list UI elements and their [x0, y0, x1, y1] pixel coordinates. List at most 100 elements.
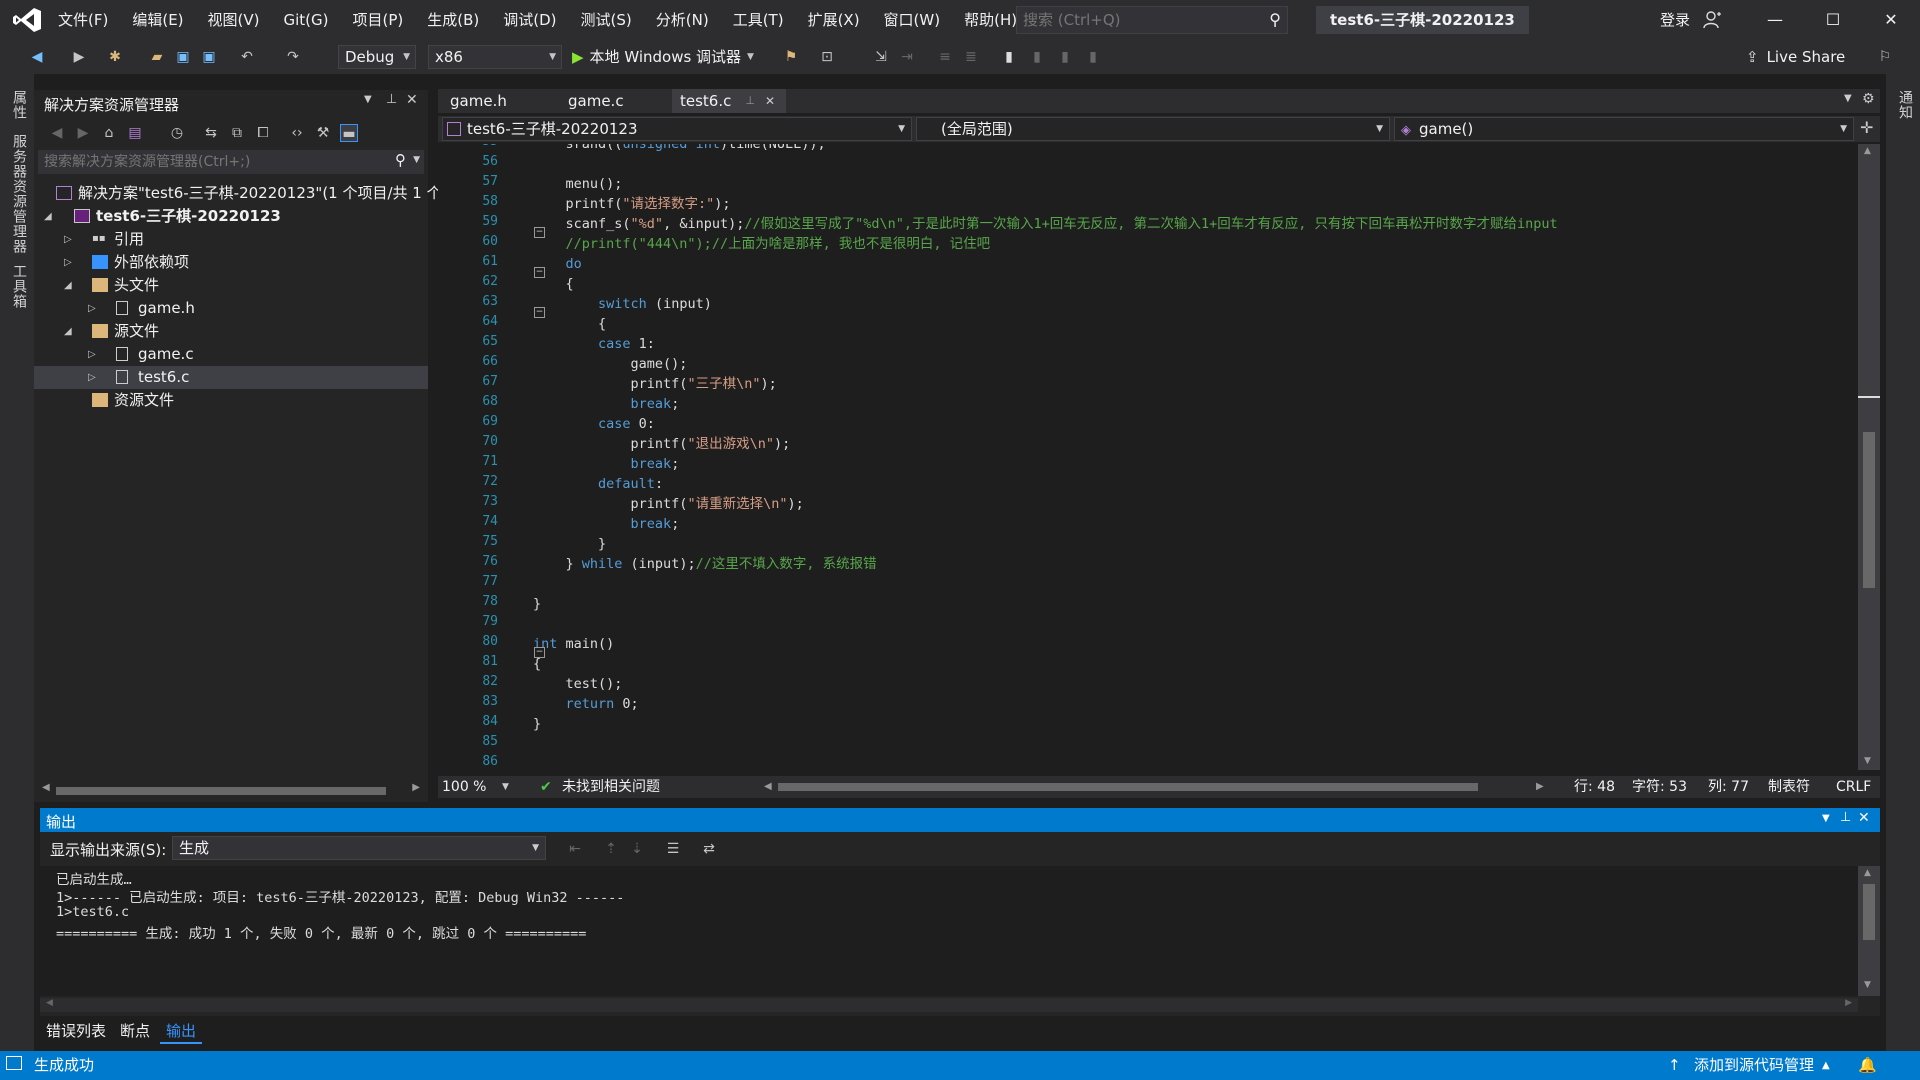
properties-tab[interactable]: 属性 — [9, 90, 29, 120]
open-file-icon[interactable]: ▰ — [148, 48, 166, 66]
save-all-icon[interactable]: ▣ — [200, 48, 218, 66]
notifications-tab[interactable]: 通知 — [1895, 90, 1915, 120]
browser-link-icon[interactable]: ⚑ — [782, 48, 800, 66]
code-line[interactable]: printf("请选择数字:"); — [533, 194, 731, 214]
code-line[interactable]: } while (input);//这里不填入数字, 系统报错 — [533, 554, 877, 574]
previous-bookmark-icon[interactable]: ▮ — [1028, 48, 1046, 66]
horizontal-scroll-thumb[interactable] — [778, 783, 1478, 791]
menu-test[interactable]: 测试(S) — [569, 0, 644, 40]
code-line[interactable]: return 0; — [533, 694, 639, 714]
close-window-button[interactable]: ✕ — [1863, 0, 1919, 40]
find-message-icon[interactable]: ⇤ — [566, 840, 584, 858]
code-line[interactable]: case 0: — [533, 414, 655, 434]
fold-toggle-icon[interactable]: − — [534, 307, 545, 318]
code-line[interactable]: scanf_s("%d", &input);//假如这里写成了"%d\n",于是… — [533, 214, 1558, 234]
menu-file[interactable]: 文件(F) — [46, 0, 120, 40]
tree-item-references[interactable]: ▷ ▪▪ 引用 — [34, 228, 428, 251]
collapsed-arrow-icon[interactable]: ▷ — [88, 366, 96, 389]
menu-git[interactable]: Git(G) — [272, 0, 341, 40]
chevron-up-icon[interactable]: ▲ — [1822, 1051, 1830, 1080]
expanded-arrow-icon[interactable]: ◢ — [64, 274, 72, 297]
project-dropdown[interactable]: test6-三子棋-20220123 ▼ — [442, 117, 912, 141]
next-bookmark-icon[interactable]: ▮ — [1056, 48, 1074, 66]
back-icon[interactable]: ◀ — [48, 124, 66, 142]
tree-item-resource-files[interactable]: 资源文件 — [34, 389, 428, 412]
code-line[interactable]: printf("退出游戏\n"); — [533, 434, 791, 454]
login-link[interactable]: 登录 — [1660, 0, 1690, 40]
indentation-mode[interactable]: 制表符 — [1768, 776, 1810, 798]
scroll-thumb[interactable] — [1863, 432, 1875, 588]
pin-icon[interactable]: ⊥ — [1840, 810, 1851, 825]
code-line[interactable]: } — [533, 714, 541, 734]
code-line[interactable]: printf("三子棋\n"); — [533, 374, 777, 394]
tree-item-source-files[interactable]: ◢ 源文件 — [34, 320, 428, 343]
comment-out-icon[interactable]: ≡ — [936, 48, 954, 66]
solution-configuration-select[interactable]: Debug ▼ — [338, 45, 416, 69]
toolbox-tab[interactable]: 工具箱 — [9, 264, 29, 309]
global-search-box[interactable]: ⚲ — [1016, 6, 1288, 34]
menu-project[interactable]: 项目(P) — [341, 0, 416, 40]
pin-icon[interactable]: ⊥ — [386, 92, 397, 107]
visual-studio-logo-icon[interactable] — [12, 7, 42, 33]
solution-platform-select[interactable]: x86 ▼ — [428, 45, 562, 69]
tree-item-game-h[interactable]: ▷ game.h — [34, 297, 428, 320]
search-icon[interactable]: ⚲ — [1269, 10, 1281, 29]
global-search-input[interactable] — [1017, 7, 1247, 33]
tree-item-solution[interactable]: 解决方案"test6-三子棋-20220123"(1 个项目/共 1 个) — [34, 182, 447, 205]
code-line[interactable]: } — [533, 534, 606, 554]
menu-extensions[interactable]: 扩展(X) — [796, 0, 872, 40]
view-code-icon[interactable]: ‹› — [288, 124, 306, 142]
close-icon[interactable]: ✕ — [1858, 810, 1870, 826]
tab-game-c[interactable]: game.c — [560, 89, 632, 113]
output-horizontal-scrollbar[interactable]: ◀ ▶ — [40, 998, 1858, 1012]
scroll-left-icon[interactable]: ◀ — [764, 776, 772, 798]
tab-test6-c[interactable]: test6.c ⊥ ✕ — [672, 89, 786, 113]
scroll-right-icon[interactable]: ▶ — [1536, 776, 1544, 798]
start-debugging-button[interactable]: ▶ 本地 Windows 调试器 ▼ — [572, 45, 754, 69]
code-line[interactable]: //printf("444\n");//上面为啥是那样, 我也不是很明白, 记住… — [533, 234, 991, 254]
navigate-forward-icon[interactable]: ▶ — [70, 48, 88, 66]
fold-toggle-icon[interactable]: − — [534, 647, 545, 658]
undo-icon[interactable]: ↶ — [238, 48, 256, 66]
uncomment-icon[interactable]: ≣ — [962, 48, 980, 66]
add-to-source-control-button[interactable]: 添加到源代码管理 — [1694, 1051, 1814, 1080]
gear-icon[interactable]: ⚙ — [1862, 91, 1875, 107]
function-dropdown[interactable]: ◈ game() ▼ — [1394, 117, 1854, 141]
code-line[interactable]: printf("请重新选择\n"); — [533, 494, 804, 514]
chevron-down-icon[interactable]: ▼ — [413, 155, 420, 165]
scroll-up-icon[interactable]: ▲ — [1864, 868, 1871, 878]
word-wrap-icon[interactable]: ⇄ — [700, 840, 718, 858]
feedback-icon[interactable]: ⚐ — [1876, 48, 1894, 66]
solution-search-box[interactable]: ⚲ ▼ — [38, 150, 424, 174]
code-line[interactable]: break; — [533, 454, 680, 474]
hot-reload-icon[interactable]: ⊡ — [818, 48, 836, 66]
collapsed-arrow-icon[interactable]: ▷ — [64, 228, 72, 251]
search-icon[interactable]: ⚲ — [395, 151, 406, 169]
chevron-down-icon[interactable]: ▼ — [364, 94, 372, 105]
split-window-icon[interactable]: ✛ — [1860, 118, 1873, 137]
collapsed-arrow-icon[interactable]: ▷ — [88, 343, 96, 366]
pin-icon[interactable]: ⊥ — [745, 89, 755, 113]
user-icon[interactable] — [1702, 10, 1722, 30]
bell-icon[interactable]: 🔔 — [1858, 1051, 1877, 1080]
tab-output[interactable]: 输出 — [160, 1018, 203, 1044]
tree-item-game-c[interactable]: ▷ game.c — [34, 343, 428, 366]
code-line[interactable]: switch (input) — [533, 294, 712, 314]
scroll-down-icon[interactable]: ▼ — [1864, 980, 1871, 990]
output-vertical-scrollbar[interactable]: ▲ ▼ — [1858, 866, 1880, 996]
fold-toggle-icon[interactable]: − — [534, 267, 545, 278]
output-text-area[interactable]: 已启动生成… 1>------ 已启动生成: 项目: test6-三子棋-202… — [40, 866, 1858, 996]
show-all-files-icon[interactable]: ⧠ — [254, 124, 272, 142]
issues-status[interactable]: 未找到相关问题 — [562, 776, 660, 798]
code-line[interactable]: default: — [533, 474, 663, 494]
close-icon[interactable]: ✕ — [765, 89, 775, 113]
collapse-all-icon[interactable]: ⧉ — [228, 124, 246, 142]
tab-breakpoints[interactable]: 断点 — [114, 1018, 156, 1044]
code-line[interactable]: break; — [533, 394, 680, 414]
menu-edit[interactable]: 编辑(E) — [120, 0, 195, 40]
chevron-down-icon[interactable]: ▼ — [1822, 813, 1830, 824]
server-explorer-tab[interactable]: 服务器资源管理器 — [9, 134, 29, 254]
fold-toggle-icon[interactable]: − — [534, 227, 545, 238]
code-line[interactable]: srand((unsigned int)time(NULL)); — [533, 144, 826, 154]
navigate-back-icon[interactable]: ◀ — [28, 48, 46, 66]
